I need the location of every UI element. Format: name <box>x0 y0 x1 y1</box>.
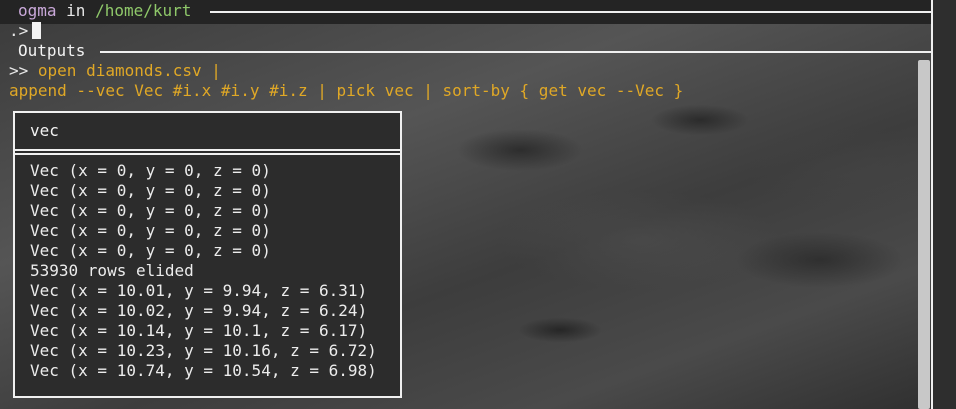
table-row: Vec (x = 0, y = 0, z = 0) <box>30 161 271 180</box>
outputs-title: Outputs <box>18 41 86 60</box>
outputs-rule <box>100 51 931 53</box>
header-rule <box>210 11 931 13</box>
table-header: vec <box>15 113 400 151</box>
outputs-scrollbar[interactable] <box>918 60 930 409</box>
window-right-edge <box>931 0 956 409</box>
in-word: in <box>66 1 86 20</box>
input-prompt: .> <box>9 21 29 40</box>
prompt-header: ogma in /home/kurt <box>18 1 191 21</box>
command-input[interactable]: .> <box>9 21 42 41</box>
table-rows: Vec (x = 0, y = 0, z = 0) Vec (x = 0, y … <box>30 161 377 381</box>
current-path: /home/kurt <box>95 1 192 20</box>
table-row: Vec (x = 10.23, y = 10.16, z = 6.72) <box>30 341 377 360</box>
username: ogma <box>18 1 57 20</box>
command-prompt: >> <box>9 61 29 80</box>
table-row: Vec (x = 0, y = 0, z = 0) <box>30 221 271 240</box>
table-row: Vec (x = 10.74, y = 10.54, z = 6.98) <box>30 361 377 380</box>
table-row: Vec (x = 0, y = 0, z = 0) <box>30 181 271 200</box>
table-row: Vec (x = 0, y = 0, z = 0) <box>30 241 271 260</box>
elided-rows-note: 53930 rows elided <box>30 261 194 280</box>
command-text-1: open diamonds.csv | <box>37 61 221 80</box>
table-row: Vec (x = 10.14, y = 10.1, z = 6.17) <box>30 321 368 340</box>
command-text-2: append --vec Vec #i.x #i.y #i.z | pick v… <box>9 81 684 100</box>
command-echo-1: >> open diamonds.csv | <box>9 61 221 81</box>
right-border <box>931 0 933 409</box>
scrollbar-thumb[interactable] <box>918 60 930 409</box>
result-table: vec Vec (x = 0, y = 0, z = 0) Vec (x = 0… <box>13 111 402 398</box>
table-row: Vec (x = 10.02, y = 9.94, z = 6.24) <box>30 301 368 320</box>
header-separator <box>15 153 400 155</box>
text-cursor <box>32 22 42 39</box>
column-header-vec: vec <box>30 121 59 140</box>
table-row: Vec (x = 10.01, y = 9.94, z = 6.31) <box>30 281 368 300</box>
table-row: Vec (x = 0, y = 0, z = 0) <box>30 201 271 220</box>
